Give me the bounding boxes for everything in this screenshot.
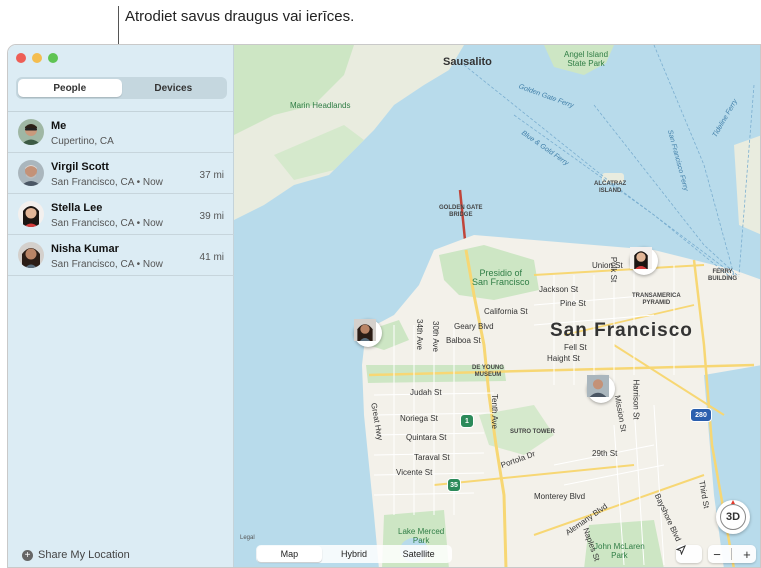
label-polk-st: Polk St xyxy=(609,256,619,283)
zoom-out-button[interactable]: − xyxy=(713,547,721,562)
person-name: Virgil Scott xyxy=(51,161,109,173)
avatar xyxy=(18,160,44,186)
sidebar: People Devices Me Cupertino, CA Virgil S… xyxy=(8,45,234,567)
people-devices-segmented-control: People Devices xyxy=(16,77,227,99)
zoom-in-button[interactable]: + xyxy=(743,547,751,562)
label-29th-st: 29th St xyxy=(592,449,618,458)
label-lake-merced: Lake Merced Park xyxy=(398,527,445,545)
tab-devices[interactable]: Devices xyxy=(122,79,226,97)
person-distance: 37 mi xyxy=(199,170,224,181)
person-name: Nisha Kumar xyxy=(51,243,119,255)
divider xyxy=(731,548,733,560)
label-jackson-st: Jackson St xyxy=(539,285,579,294)
map-type-segmented-control: Map Hybrid Satellite xyxy=(256,545,452,563)
share-label: Share My Location xyxy=(38,549,130,561)
label-de-young: DE YOUNG MUSEUM xyxy=(472,365,504,378)
tab-people[interactable]: People xyxy=(18,79,122,97)
compass-north-indicator xyxy=(731,500,735,504)
label-angel-island: Angel Island State Park xyxy=(564,50,609,68)
label-34th-ave: 34th Ave xyxy=(415,319,424,350)
label-haight-st: Haight St xyxy=(547,354,580,363)
legal-link[interactable]: Legal xyxy=(240,535,255,541)
find-my-window: People Devices Me Cupertino, CA Virgil S… xyxy=(7,44,761,568)
label-vicente-st: Vicente St xyxy=(396,468,433,477)
current-location-button[interactable] xyxy=(676,545,702,563)
label-noriega-st: Noriega St xyxy=(400,414,438,423)
label-marin-headlands: Marin Headlands xyxy=(290,101,351,110)
map-pin-nisha-kumar[interactable] xyxy=(354,319,382,347)
map-view[interactable]: Sausalito Angel Island State Park Marin … xyxy=(234,45,760,567)
avatar xyxy=(18,201,44,227)
label-fell-st: Fell St xyxy=(564,343,587,352)
person-row-virgil-scott[interactable]: Virgil Scott San Francisco, CA • Now 37 … xyxy=(8,153,234,194)
person-name: Me xyxy=(51,120,67,132)
label-geary-blvd: Geary Blvd xyxy=(454,322,494,331)
person-name: Stella Lee xyxy=(51,202,103,214)
map-type-hybrid[interactable]: Hybrid xyxy=(322,546,387,562)
person-row-me[interactable]: Me Cupertino, CA xyxy=(8,112,234,153)
label-quintara-st: Quintara St xyxy=(406,433,447,442)
map-pin-virgil-scott[interactable] xyxy=(587,375,615,403)
label-pine-st: Pine St xyxy=(560,299,586,308)
label-presidio: Presidio of San Francisco xyxy=(472,268,530,287)
person-distance: 41 mi xyxy=(199,252,224,263)
person-location: San Francisco, CA • Now xyxy=(51,218,163,229)
highway-1-shield: 1 xyxy=(460,414,474,428)
map-type-map[interactable]: Map xyxy=(257,546,322,562)
label-california-st: California St xyxy=(484,307,528,316)
person-distance: 39 mi xyxy=(199,211,224,222)
label-tenth-ave: Tenth Ave xyxy=(490,394,499,429)
share-my-location-button[interactable]: + Share My Location xyxy=(22,549,130,561)
callout-text: Atrodiet savus draugus vai ierīces. xyxy=(125,8,355,25)
avatar xyxy=(18,119,44,145)
label-harrison-st: Harrison St xyxy=(631,379,641,420)
interstate-280-shield: 280 xyxy=(690,408,712,422)
map-pin-stella-lee[interactable] xyxy=(630,247,658,275)
3d-button[interactable]: 3D xyxy=(716,500,750,534)
highway-35-shield: 35 xyxy=(447,478,461,492)
person-location: San Francisco, CA • Now xyxy=(51,177,163,188)
label-alcatraz: ALCATRAZ ISLAND xyxy=(594,181,627,194)
label-transamerica: TRANSAMERICA PYRAMID xyxy=(632,293,681,306)
person-location: Cupertino, CA xyxy=(51,136,114,147)
3d-label: 3D xyxy=(725,511,741,523)
avatar xyxy=(630,247,655,272)
label-city: San Francisco xyxy=(550,320,693,341)
zoom-button[interactable] xyxy=(48,53,58,63)
label-30th-ave: 30th Ave xyxy=(431,321,440,352)
label-judah-st: Judah St xyxy=(410,388,442,397)
label-sausalito: Sausalito xyxy=(443,56,492,68)
person-location: San Francisco, CA • Now xyxy=(51,259,163,270)
close-button[interactable] xyxy=(16,53,26,63)
person-row-nisha-kumar[interactable]: Nisha Kumar San Francisco, CA • Now 41 m… xyxy=(8,235,234,276)
minimize-button[interactable] xyxy=(32,53,42,63)
map-type-satellite[interactable]: Satellite xyxy=(386,546,451,562)
label-mclaren-park: John McLaren Park xyxy=(594,542,645,560)
avatar xyxy=(587,375,612,400)
avatar xyxy=(354,319,379,344)
person-row-stella-lee[interactable]: Stella Lee San Francisco, CA • Now 39 mi xyxy=(8,194,234,235)
avatar xyxy=(18,242,44,268)
label-monterey-blvd: Monterey Blvd xyxy=(534,492,586,501)
label-taraval-st: Taraval St xyxy=(414,453,450,462)
plus-circle-icon: + xyxy=(22,549,33,561)
zoom-controls: − + xyxy=(708,545,756,563)
label-sutro-tower: SUTRO TOWER xyxy=(510,429,555,435)
label-golden-gate-bridge: GOLDEN GATE BRIDGE xyxy=(439,205,483,218)
label-balboa-st: Balboa St xyxy=(446,336,481,345)
label-ferry-building: FERRY BUILDING xyxy=(708,269,737,282)
